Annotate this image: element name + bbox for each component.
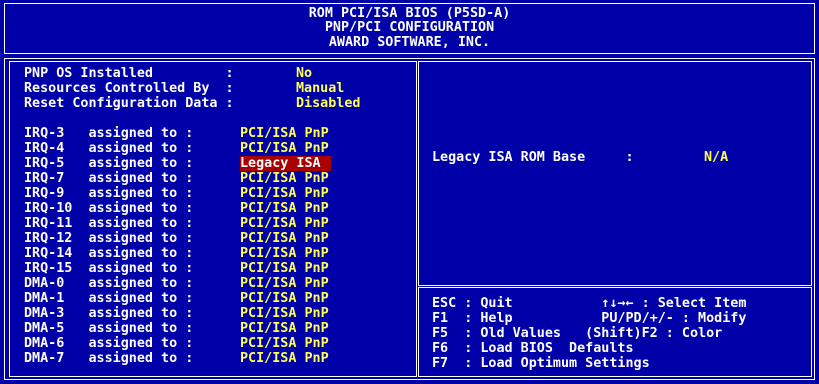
- key-help-line: F5 : Old Values (Shift)F2 : Color: [432, 326, 723, 341]
- reset-config-value[interactable]: Disabled: [296, 96, 361, 111]
- legacy-rom-panel: [418, 61, 812, 286]
- irq-dma-label: DMA-0 assigned to :: [24, 276, 194, 291]
- irq-dma-label: DMA-3 assigned to :: [24, 306, 194, 321]
- resources-controlled-value[interactable]: Manual: [296, 81, 344, 96]
- irq-dma-value[interactable]: PCI/ISA PnP: [240, 201, 329, 216]
- irq-dma-label: IRQ-10 assigned to :: [24, 201, 194, 216]
- irq-dma-value[interactable]: PCI/ISA PnP: [240, 291, 329, 306]
- bios-title: ROM PCI/ISA BIOS (P5SD-A): [308, 6, 511, 21]
- irq-dma-label: IRQ-9 assigned to :: [24, 186, 194, 201]
- irq-dma-value[interactable]: PCI/ISA PnP: [240, 141, 329, 156]
- irq-dma-label: DMA-5 assigned to :: [24, 321, 194, 336]
- irq-dma-label: IRQ-15 assigned to :: [24, 261, 194, 276]
- irq-dma-value[interactable]: PCI/ISA PnP: [240, 231, 329, 246]
- key-help-line: F1 : Help PU/PD/+/- : Modify: [432, 311, 747, 326]
- legacy-rom-value[interactable]: N/A: [704, 150, 728, 165]
- irq-dma-label: IRQ-11 assigned to :: [24, 216, 194, 231]
- irq-dma-label: IRQ-7 assigned to :: [24, 171, 194, 186]
- irq-dma-label: DMA-1 assigned to :: [24, 291, 194, 306]
- setting-label: Reset Configuration Data :: [24, 96, 234, 111]
- irq-dma-value[interactable]: PCI/ISA PnP: [240, 351, 329, 366]
- irq-dma-value[interactable]: PCI/ISA PnP: [240, 276, 329, 291]
- irq-dma-value[interactable]: PCI/ISA PnP: [240, 261, 329, 276]
- legacy-rom-label: Legacy ISA ROM Base :: [432, 150, 634, 165]
- irq-dma-label: DMA-7 assigned to :: [24, 351, 194, 366]
- key-help-line: ESC : Quit ↑↓→← : Select Item: [432, 296, 747, 311]
- irq-dma-label: IRQ-12 assigned to :: [24, 231, 194, 246]
- irq-dma-label: DMA-6 assigned to :: [24, 336, 194, 351]
- key-help-line: F6 : Load BIOS Defaults: [432, 341, 634, 356]
- pnp-os-value[interactable]: No: [296, 66, 312, 81]
- bios-header: ROM PCI/ISA BIOS (P5SD-A) PNP/PCI CONFIG…: [4, 3, 815, 54]
- key-help-line: F7 : Load Optimum Settings: [432, 356, 650, 371]
- setting-label: PNP OS Installed :: [24, 66, 234, 81]
- setting-label: Resources Controlled By :: [24, 81, 234, 96]
- vendor-name: AWARD SOFTWARE, INC.: [328, 35, 491, 50]
- irq-dma-value[interactable]: PCI/ISA PnP: [240, 126, 329, 141]
- irq-dma-value[interactable]: PCI/ISA PnP: [240, 186, 329, 201]
- bios-screen: ROM PCI/ISA BIOS (P5SD-A) PNP/PCI CONFIG…: [0, 0, 819, 384]
- irq-dma-value[interactable]: PCI/ISA PnP: [240, 171, 329, 186]
- irq-dma-value[interactable]: PCI/ISA PnP: [240, 336, 329, 351]
- irq-dma-value[interactable]: PCI/ISA PnP: [240, 321, 329, 336]
- irq-dma-value[interactable]: PCI/ISA PnP: [240, 216, 329, 231]
- page-title: PNP/PCI CONFIGURATION: [324, 20, 495, 35]
- irq-dma-label: IRQ-5 assigned to :: [24, 156, 194, 171]
- irq-dma-value[interactable]: PCI/ISA PnP: [240, 246, 329, 261]
- irq-dma-label: IRQ-4 assigned to :: [24, 141, 194, 156]
- irq-dma-label: IRQ-14 assigned to :: [24, 246, 194, 261]
- irq-dma-label: IRQ-3 assigned to :: [24, 126, 194, 141]
- irq-dma-value[interactable]: PCI/ISA PnP: [240, 306, 329, 321]
- irq-dma-value-selected[interactable]: Legacy ISA: [240, 156, 331, 171]
